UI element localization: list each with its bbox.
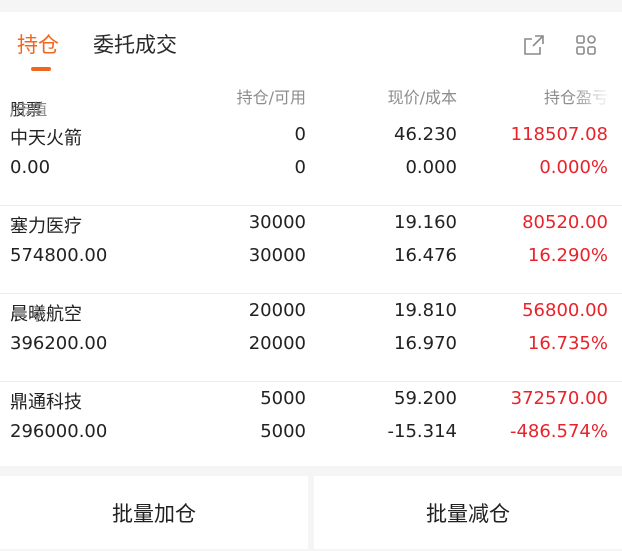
column-price[interactable]: 现价/成本 (388, 84, 457, 108)
profit-percent: 16.290% (527, 245, 608, 266)
stock-name: 中天火箭 (10, 128, 82, 149)
column-position[interactable]: 持仓/可用 (237, 84, 306, 108)
tab-orders-trades[interactable]: 委托成交 (93, 29, 177, 59)
current-price: 19.810 (394, 300, 457, 321)
positions-screen: 持仓 委托成交 股票/市值 持仓/可用 现价/成本 持仓盈亏 中天 (0, 0, 622, 551)
available-qty: 30000 (248, 245, 306, 266)
holding-row[interactable]: 中天火箭 0.00 0 0 46.230 0.000 118507.08 0.0… (0, 118, 622, 206)
cost-price: 16.476 (394, 245, 457, 266)
profit-amount: 56800.00 (522, 300, 608, 321)
stock-name: 晨曦航空 (10, 304, 82, 325)
position-qty: 0 (294, 124, 306, 145)
cost-price: 16.970 (394, 333, 457, 354)
market-value: 574800.00 (10, 245, 108, 266)
stock-name: 塞力医疗 (10, 216, 82, 237)
column-header: 股票/市值 持仓/可用 现价/成本 持仓盈亏 (0, 72, 622, 119)
available-qty: 20000 (248, 333, 306, 354)
current-price: 59.200 (394, 388, 457, 409)
current-price: 46.230 (394, 124, 457, 145)
tab-bar: 持仓 委托成交 (0, 12, 622, 72)
batch-action-bar: 批量加仓 批量减仓 (0, 476, 622, 549)
section-gap (0, 466, 622, 476)
profit-percent: 0.000% (539, 157, 608, 178)
holding-row[interactable]: 塞力医疗 574800.00 30000 30000 19.160 16.476… (0, 206, 622, 294)
tab-positions[interactable]: 持仓 (17, 29, 59, 59)
top-spacer (0, 0, 622, 12)
current-price: 19.160 (394, 212, 457, 233)
position-qty: 20000 (248, 300, 306, 321)
batch-add-button[interactable]: 批量加仓 (0, 476, 308, 549)
profit-percent: -486.574% (509, 421, 608, 442)
grid-apps-icon[interactable] (571, 30, 601, 60)
profit-amount: 118507.08 (510, 124, 608, 145)
market-value: 296000.00 (10, 421, 108, 442)
market-value: 396200.00 (10, 333, 108, 354)
header-fade-overlay (572, 72, 622, 118)
cost-price: -15.314 (387, 421, 457, 442)
stock-name: 鼎通科技 (10, 392, 82, 413)
holdings-list: 中天火箭 0.00 0 0 46.230 0.000 118507.08 0.0… (0, 118, 622, 466)
share-external-icon[interactable] (519, 30, 549, 60)
available-qty: 5000 (260, 421, 306, 442)
available-qty: 0 (294, 157, 306, 178)
profit-amount: 372570.00 (510, 388, 608, 409)
position-qty: 5000 (260, 388, 306, 409)
batch-reduce-button[interactable]: 批量减仓 (314, 476, 622, 549)
holding-row[interactable]: 晨曦航空 396200.00 20000 20000 19.810 16.970… (0, 294, 622, 382)
position-qty: 30000 (248, 212, 306, 233)
market-value: 0.00 (10, 157, 51, 178)
holding-row[interactable]: 鼎通科技 296000.00 5000 5000 59.200 -15.314 … (0, 382, 622, 466)
profit-percent: 16.735% (527, 333, 608, 354)
profit-amount: 80520.00 (522, 212, 608, 233)
cost-price: 0.000 (405, 157, 457, 178)
active-tab-indicator (31, 67, 51, 71)
